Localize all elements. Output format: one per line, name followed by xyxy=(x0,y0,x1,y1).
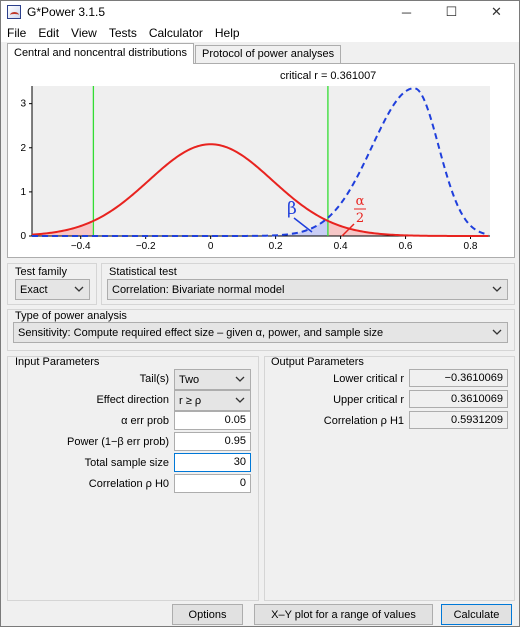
alpha-input[interactable]: 0.05 xyxy=(174,411,251,430)
chevron-down-icon xyxy=(235,376,245,382)
calculate-button[interactable]: Calculate xyxy=(441,604,512,625)
power-analysis-value: Sensitivity: Compute required effect siz… xyxy=(18,326,384,339)
lower-critical-output: −0.3610069 xyxy=(409,369,508,387)
sample-size-input[interactable]: 30 xyxy=(174,453,251,472)
menu-calculator[interactable]: Calculator xyxy=(143,26,209,40)
x-tick-label: 0.4 xyxy=(334,241,348,252)
tails-label: Tail(s) xyxy=(139,373,169,385)
sample-size-label: Total sample size xyxy=(84,457,169,469)
plot-area xyxy=(32,86,490,236)
rho-h1-output: 0.5931209 xyxy=(409,411,508,429)
distribution-plot: −0.4 −0.2 0 0.2 0.4 0.6 0.8 0 1 2 3 critical r = 0.… xyxy=(20,70,490,252)
plot-title: critical r = 0.361007 xyxy=(280,70,376,82)
lower-critical-label: Lower critical r xyxy=(333,373,404,385)
y-tick-label: 2 xyxy=(20,143,26,154)
y-tick-label: 3 xyxy=(20,99,26,110)
y-tick-label: 0 xyxy=(20,231,26,242)
beta-annotation: β xyxy=(287,199,297,219)
menu-help[interactable]: Help xyxy=(209,26,246,40)
statistical-test-value: Correlation: Bivariate normal model xyxy=(112,283,285,296)
power-analysis-select[interactable]: Sensitivity: Compute required effect siz… xyxy=(13,322,508,343)
statistical-test-select[interactable]: Correlation: Bivariate normal model xyxy=(107,279,508,300)
x-tick-label: 0 xyxy=(208,241,214,252)
x-tick-label: −0.4 xyxy=(71,241,91,252)
power-label: Power (1−β err prob) xyxy=(66,436,169,448)
app-window: G*Power 3.1.5 ─ ☐ ✕ File Edit View Tests… xyxy=(0,0,520,627)
minimize-button[interactable]: ─ xyxy=(384,1,429,23)
power-input[interactable]: 0.95 xyxy=(174,432,251,451)
rho-h0-label: Correlation ρ H0 xyxy=(88,478,169,490)
tab-protocol[interactable]: Protocol of power analyses xyxy=(195,45,342,63)
rho-h1-label: Correlation ρ H1 xyxy=(323,415,404,427)
x-tick-label: 0.6 xyxy=(399,241,413,252)
menu-view[interactable]: View xyxy=(65,26,103,40)
xy-plot-button[interactable]: X–Y plot for a range of values xyxy=(254,604,433,625)
input-parameters-title: Input Parameters xyxy=(15,356,100,368)
gpower-app-icon xyxy=(7,5,21,19)
statistical-test-label: Statistical test xyxy=(109,266,177,278)
output-parameters-title: Output Parameters xyxy=(271,356,364,368)
chevron-down-icon xyxy=(492,329,502,335)
options-button[interactable]: Options xyxy=(172,604,243,625)
x-tick-label: −0.2 xyxy=(136,241,156,252)
tails-value: Two xyxy=(179,373,200,386)
menu-file[interactable]: File xyxy=(1,26,32,40)
x-tick-label: 0.2 xyxy=(269,241,283,252)
alpha-annotation-denominator: 2 xyxy=(356,211,364,226)
tab-distributions[interactable]: Central and noncentral distributions xyxy=(7,43,195,64)
test-family-select[interactable]: Exact xyxy=(15,279,90,300)
alpha-label: α err prob xyxy=(121,415,169,427)
window-title: G*Power 3.1.5 xyxy=(27,5,106,19)
y-tick-label: 1 xyxy=(20,187,26,198)
menu-edit[interactable]: Edit xyxy=(32,26,65,40)
menu-tests[interactable]: Tests xyxy=(103,26,143,40)
alpha-annotation-numerator: α xyxy=(356,194,365,209)
test-family-label: Test family xyxy=(15,266,67,278)
rho-h0-input[interactable]: 0 xyxy=(174,474,251,493)
distribution-plot-panel: −0.4 −0.2 0 0.2 0.4 0.6 0.8 0 1 2 3 critical r = 0.… xyxy=(7,63,515,258)
chevron-down-icon xyxy=(74,286,84,292)
power-analysis-label: Type of power analysis xyxy=(15,310,127,322)
chevron-down-icon xyxy=(492,286,502,292)
chevron-down-icon xyxy=(235,397,245,403)
test-family-value: Exact xyxy=(20,283,48,296)
effect-direction-label: Effect direction xyxy=(96,394,169,406)
close-button[interactable]: ✕ xyxy=(474,1,519,23)
upper-critical-output: 0.3610069 xyxy=(409,390,508,408)
x-tick-label: 0.8 xyxy=(464,241,478,252)
tails-select[interactable]: Two xyxy=(174,369,251,390)
effect-direction-select[interactable]: r ≥ ρ xyxy=(174,390,251,411)
menu-bar: File Edit View Tests Calculator Help xyxy=(1,23,519,42)
effect-direction-value: r ≥ ρ xyxy=(179,394,202,407)
maximize-button[interactable]: ☐ xyxy=(429,1,474,23)
upper-critical-label: Upper critical r xyxy=(333,394,404,406)
title-bar: G*Power 3.1.5 ─ ☐ ✕ xyxy=(1,1,519,23)
